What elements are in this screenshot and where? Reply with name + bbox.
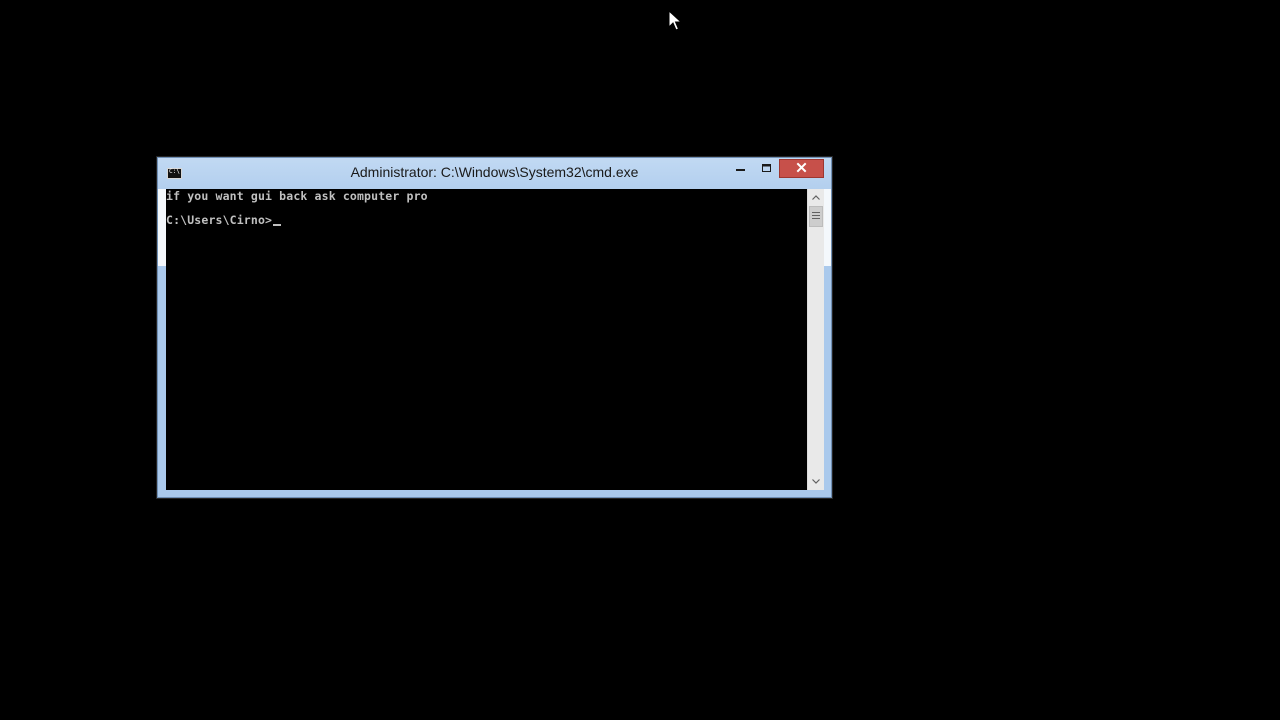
window-frame-right <box>824 189 831 490</box>
frame-highlight <box>158 189 166 266</box>
close-icon <box>796 162 807 173</box>
text-cursor <box>273 224 282 226</box>
scroll-thumb[interactable] <box>809 206 823 227</box>
desktop: Administrator: C:\Windows\System32\cmd.e… <box>0 0 1280 720</box>
maximize-icon <box>762 164 771 172</box>
grip-icon <box>812 212 820 219</box>
vertical-scrollbar[interactable] <box>807 189 824 490</box>
frame-highlight <box>824 189 831 266</box>
window-frame-left <box>158 189 166 490</box>
close-button[interactable] <box>779 159 824 178</box>
console-prompt-line: C:\Users\Cirno> <box>166 213 282 227</box>
scroll-down-button[interactable] <box>808 473 824 490</box>
minimize-icon <box>736 169 745 171</box>
console-output[interactable]: if you want gui back ask computer pro C:… <box>166 189 807 490</box>
scroll-up-arrow-icon <box>812 195 820 200</box>
minimize-button[interactable] <box>728 159 754 178</box>
console-line: if you want gui back ask computer pro <box>166 189 428 203</box>
scroll-up-button[interactable] <box>808 189 824 206</box>
mouse-pointer-icon <box>668 10 682 31</box>
cmd-window[interactable]: Administrator: C:\Windows\System32\cmd.e… <box>157 157 832 498</box>
maximize-button[interactable] <box>754 159 780 178</box>
console-prompt: C:\Users\Cirno> <box>166 213 273 227</box>
scroll-down-arrow-icon <box>812 479 820 484</box>
title-bar[interactable]: Administrator: C:\Windows\System32\cmd.e… <box>158 158 831 189</box>
